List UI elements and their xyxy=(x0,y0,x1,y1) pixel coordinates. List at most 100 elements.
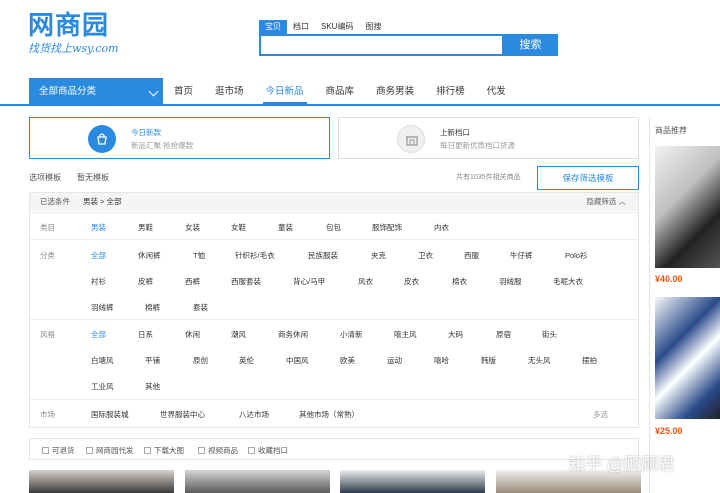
filter-option[interactable]: 全部 xyxy=(91,250,106,261)
filter-option[interactable]: 西裤 xyxy=(185,276,200,287)
filter-option[interactable]: 其他市场（常熟） xyxy=(299,409,359,420)
search-tab-image[interactable]: 图搜 xyxy=(359,20,387,34)
filter-row-label: 风格 xyxy=(40,330,55,339)
filter-option[interactable]: 民族服装 xyxy=(308,250,338,261)
filter-option[interactable]: 童装 xyxy=(278,222,293,233)
filter-option[interactable]: 女装 xyxy=(185,222,200,233)
nav-item-market[interactable]: 逛市场 xyxy=(204,78,255,106)
filter-option[interactable]: 潮风 xyxy=(231,329,246,340)
filter-option[interactable]: 英伦 xyxy=(239,355,254,366)
nav-item-new-today[interactable]: 今日新品 xyxy=(255,78,315,106)
filter-option[interactable]: Polo衫 xyxy=(565,250,588,261)
logo-slogan: 找货找上wsy.com xyxy=(28,42,119,55)
filter-option[interactable]: 休闲裤 xyxy=(138,250,161,261)
filter-option[interactable]: 原宿 xyxy=(496,329,511,340)
filter-option[interactable]: 白塘风 xyxy=(91,355,114,366)
filter-option[interactable]: 商务休闲 xyxy=(278,329,308,340)
filter-option[interactable]: 世界服装中心 xyxy=(160,409,205,420)
search-button[interactable]: 搜索 xyxy=(503,34,558,56)
selected-conditions-bar: 已选条件 男装 > 全部 隐藏筛选 ︿ xyxy=(30,193,638,211)
filter-option[interactable]: 背心/马甲 xyxy=(293,276,325,287)
filter-option[interactable]: 牛仔裤 xyxy=(510,250,533,261)
recommend-product-image[interactable] xyxy=(655,146,720,268)
filter-option[interactable]: 包包 xyxy=(326,222,341,233)
filter-option[interactable]: 无头风 xyxy=(528,355,551,366)
filter-option[interactable]: 女鞋 xyxy=(231,222,246,233)
filter-checkbox-video[interactable]: 视频商品 xyxy=(198,445,238,456)
filter-option[interactable]: 服饰配饰 xyxy=(372,222,402,233)
nav-item-business-menswear[interactable]: 商务男装 xyxy=(365,78,425,106)
filter-option[interactable]: 毛呢大衣 xyxy=(553,276,583,287)
filter-option[interactable]: 平铺 xyxy=(145,355,160,366)
nav-item-product-library[interactable]: 商品库 xyxy=(315,78,366,106)
filter-option[interactable]: 国际服装城 xyxy=(91,409,129,420)
filter-option[interactable]: 棉衣 xyxy=(452,276,467,287)
filter-option[interactable]: 皮衣 xyxy=(404,276,419,287)
checkbox-label: 收藏档口 xyxy=(258,446,288,455)
filter-option[interactable]: 羽绒裤 xyxy=(91,302,114,313)
hide-filter-toggle[interactable]: 隐藏筛选 ︿ xyxy=(586,193,626,211)
filter-option[interactable]: 衬衫 xyxy=(91,276,106,287)
multi-select-button[interactable]: 多选 xyxy=(593,409,608,420)
search-tab-item[interactable]: 宝贝 xyxy=(259,20,287,34)
filter-option[interactable]: 中国风 xyxy=(286,355,309,366)
filter-option[interactable]: 休闲 xyxy=(185,329,200,340)
new-shops-card[interactable]: 上新档口 每日更新优质档口货源 xyxy=(338,117,639,159)
site-logo[interactable]: 网商园 找货找上wsy.com xyxy=(28,12,128,62)
filter-option[interactable]: 全部 xyxy=(91,329,106,340)
search-tabs: 宝贝 档口 SKU编码 图搜 xyxy=(259,20,387,34)
recommend-rail: 商品推荐 ¥40.00 ¥25.00 xyxy=(649,117,720,493)
filter-option[interactable]: 男鞋 xyxy=(138,222,153,233)
card-desc: 每日更新优质档口货源 xyxy=(440,141,515,150)
filter-option[interactable]: 摆拍 xyxy=(582,355,597,366)
product-image[interactable] xyxy=(340,470,485,493)
recommend-product-image[interactable] xyxy=(655,297,720,419)
filter-option[interactable]: 小清新 xyxy=(340,329,363,340)
nav-item-rankings[interactable]: 排行榜 xyxy=(425,78,476,106)
result-count: 共有1035件相关商品 xyxy=(456,174,521,181)
filter-option[interactable]: 西服套装 xyxy=(231,276,261,287)
save-filter-template-button[interactable]: 保存筛选模板 xyxy=(537,166,639,190)
filter-checkbox-returnable[interactable]: 可退货 xyxy=(42,445,75,456)
filter-option[interactable]: 棉裤 xyxy=(145,302,160,313)
filter-option[interactable]: 日系 xyxy=(138,329,153,340)
product-image[interactable] xyxy=(185,470,330,493)
filter-option[interactable]: 内衣 xyxy=(434,222,449,233)
new-today-card[interactable]: 今日新款 新品汇聚 抢抢爆款 xyxy=(29,117,330,159)
filter-option[interactable]: 运动 xyxy=(387,355,402,366)
card-title: 上新档口 xyxy=(440,128,470,137)
filter-option[interactable]: 街头 xyxy=(542,329,557,340)
filter-option[interactable]: 针织衫/毛衣 xyxy=(235,250,275,261)
filter-checkbox-download-image[interactable]: 下载大图 xyxy=(144,445,184,456)
search-tab-shop[interactable]: 档口 xyxy=(287,20,315,34)
product-image[interactable] xyxy=(29,470,174,493)
filter-option[interactable]: 男装 xyxy=(91,222,106,233)
filter-option[interactable]: 风衣 xyxy=(358,276,373,287)
nav-item-dropship[interactable]: 代发 xyxy=(476,78,517,106)
filter-option[interactable]: T恤 xyxy=(193,250,205,261)
filter-option[interactable]: 大码 xyxy=(448,329,463,340)
filter-checkbox-favorite-shops[interactable]: 收藏档口 xyxy=(248,445,288,456)
filter-option[interactable]: 嘻主风 xyxy=(394,329,417,340)
filter-option[interactable]: 羽绒服 xyxy=(499,276,522,287)
checkbox-label: 下载大图 xyxy=(154,446,184,455)
filter-option[interactable]: 嘻哈 xyxy=(434,355,449,366)
template-options-link[interactable]: 选项模板 xyxy=(29,170,61,186)
filter-option[interactable]: 西服 xyxy=(464,250,479,261)
filter-option[interactable]: 八达市场 xyxy=(239,409,269,420)
filter-option[interactable]: 套装 xyxy=(193,302,208,313)
filter-option[interactable]: 夹克 xyxy=(371,250,386,261)
filter-option[interactable]: 原创 xyxy=(193,355,208,366)
filter-option[interactable]: 韩版 xyxy=(481,355,496,366)
nav-item-home[interactable]: 首页 xyxy=(163,78,204,106)
filter-option[interactable]: 工业风 xyxy=(91,381,114,392)
search-tab-sku[interactable]: SKU编码 xyxy=(315,20,359,34)
checkbox-label: 视频商品 xyxy=(208,446,238,455)
all-categories-button[interactable]: 全部商品分类 xyxy=(29,78,163,106)
search-input[interactable] xyxy=(259,34,504,56)
filter-checkbox-dropship[interactable]: 网商园代发 xyxy=(86,445,134,456)
filter-option[interactable]: 卫衣 xyxy=(418,250,433,261)
filter-option[interactable]: 欧美 xyxy=(340,355,355,366)
filter-option[interactable]: 其他 xyxy=(145,381,160,392)
filter-option[interactable]: 皮裤 xyxy=(138,276,153,287)
